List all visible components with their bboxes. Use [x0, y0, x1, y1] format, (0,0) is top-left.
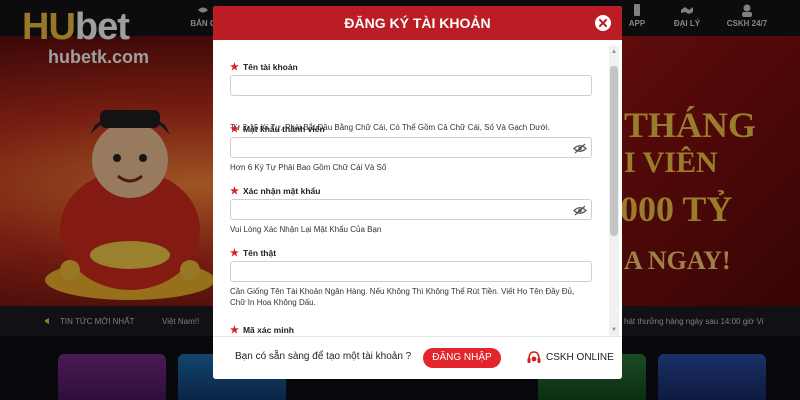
password-label-text: Mật khẩu thành viên: [242, 124, 325, 134]
password-input[interactable]: [230, 137, 592, 158]
registration-modal: ĐĂNG KÝ TÀI KHOẢN ★ Tên tài khoản Từ 2-15…: [213, 6, 622, 379]
confirm-password-label: ★ Xác nhận mật khẩu: [230, 186, 320, 197]
eye-slash-icon[interactable]: [573, 143, 587, 154]
eye-slash-icon[interactable]: [573, 205, 587, 216]
required-star-icon: ★: [230, 325, 239, 336]
real-name-input[interactable]: [230, 261, 592, 282]
confirm-password-hint: Vui Lòng Xác Nhận Lại Mật Khẩu Của Bạn: [230, 225, 382, 234]
verification-code-label: ★ Mã xác minh: [230, 325, 294, 336]
password-hint: Hơn 6 Ký Tự Phải Bao Gồm Chữ Cái Và Số: [230, 163, 387, 172]
scrollbar-thumb[interactable]: [610, 66, 618, 236]
footer-question: Bạn có sẵn sàng để tạo một tài khoản ?: [235, 351, 412, 362]
close-button[interactable]: [595, 15, 611, 31]
verification-code-label-text: Mã xác minh: [242, 325, 294, 335]
required-star-icon: ★: [230, 248, 239, 259]
login-button[interactable]: ĐĂNG NHẬP: [423, 348, 501, 368]
online-support-label: CSKH ONLINE: [546, 352, 614, 363]
confirm-password-input[interactable]: [230, 199, 592, 220]
required-star-icon: ★: [230, 124, 239, 135]
modal-header: ĐĂNG KÝ TÀI KHOẢN: [213, 6, 622, 40]
required-star-icon: ★: [230, 62, 239, 73]
close-icon: [599, 19, 607, 27]
confirm-password-label-text: Xác nhận mật khẩu: [242, 186, 321, 196]
scroll-up-icon[interactable]: ▲: [610, 48, 618, 56]
username-label-text: Tên tài khoản: [242, 62, 298, 72]
password-label: ★ Mật khẩu thành viên: [230, 124, 325, 135]
modal-footer: Bạn có sẵn sàng để tạo một tài khoản ? Đ…: [213, 336, 622, 379]
form-scroll-area[interactable]: ★ Tên tài khoản Từ 2-15 Kí Tự, Phải Bắt Đ…: [213, 40, 622, 336]
scroll-down-icon[interactable]: ▼: [610, 326, 618, 334]
modal-title: ĐĂNG KÝ TÀI KHOẢN: [344, 15, 491, 31]
username-input[interactable]: [230, 75, 592, 96]
required-star-icon: ★: [230, 186, 239, 197]
headset-icon: [527, 351, 541, 363]
real-name-hint: Cần Giống Tên Tài Khoản Ngân Hàng. Nếu K…: [230, 287, 575, 307]
real-name-label-text: Tên thật: [242, 248, 277, 258]
real-name-label: ★ Tên thật: [230, 248, 276, 259]
username-label: ★ Tên tài khoản: [230, 62, 298, 73]
